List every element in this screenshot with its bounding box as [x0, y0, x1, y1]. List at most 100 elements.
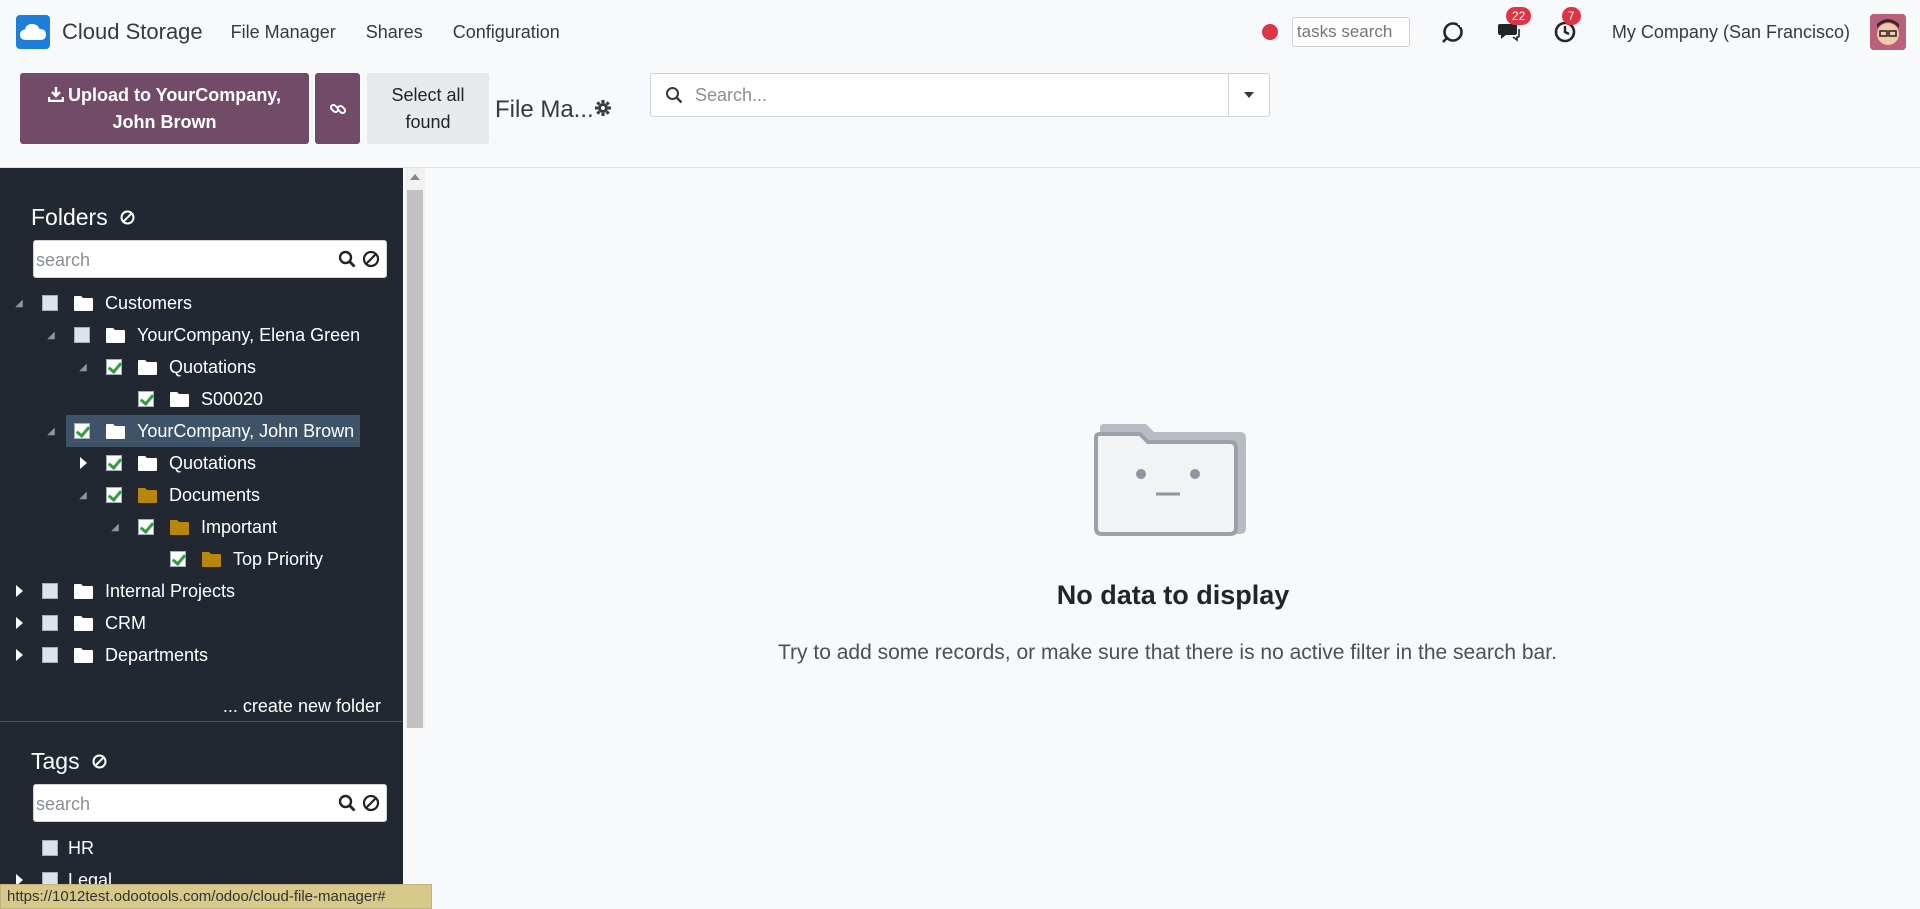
- tag-checkbox[interactable]: [42, 840, 58, 856]
- folder-row-quotations[interactable]: ◢ Quotations: [78, 351, 256, 383]
- folder-row-documents[interactable]: ◢ Documents: [78, 479, 260, 511]
- folder-checkbox[interactable]: [138, 391, 154, 407]
- folder-row-top-priority[interactable]: Top Priority: [142, 543, 323, 575]
- search-icon: [665, 86, 683, 109]
- link-icon: [329, 103, 346, 114]
- folder-icon: [202, 551, 221, 567]
- folder-label: YourCompany, John Brown: [137, 420, 355, 441]
- menu-file-manager[interactable]: File Manager: [231, 22, 336, 43]
- empty-state-subtitle: Try to add some records, or make sure th…: [778, 641, 1557, 664]
- empty-state-title: No data to display: [1056, 580, 1290, 610]
- folder-icon: [138, 487, 157, 503]
- expand-arrow-icon[interactable]: [15, 617, 23, 629]
- folder-checkbox[interactable]: [42, 295, 58, 311]
- search-options-toggle[interactable]: [1228, 74, 1269, 116]
- menu-shares[interactable]: Shares: [366, 22, 423, 43]
- folder-label: Documents: [169, 484, 261, 505]
- folder-label: Departments: [105, 644, 209, 665]
- folder-label: CRM: [105, 612, 146, 633]
- folders-search[interactable]: search: [33, 240, 387, 278]
- folder-icon: [74, 615, 93, 631]
- folder-icon: [106, 423, 125, 439]
- upload-button[interactable]: Upload to YourCompany, John Brown: [20, 73, 309, 144]
- collapse-arrow-icon[interactable]: ◢: [14, 298, 24, 309]
- folders-header: Folders: [31, 204, 135, 231]
- messages-button[interactable]: 22: [1496, 7, 1532, 45]
- folder-checkbox[interactable]: [106, 487, 122, 503]
- activities-badge: 7: [1561, 7, 1581, 25]
- record-status-icon[interactable]: [1261, 24, 1278, 40]
- scroll-up-arrow-icon[interactable]: [410, 174, 420, 180]
- folder-row-quotations-2[interactable]: Quotations: [78, 447, 256, 479]
- folder-row-customers[interactable]: ◢ Customers: [14, 287, 192, 319]
- create-folder-link[interactable]: ... create new folder: [223, 696, 381, 717]
- folder-row-important[interactable]: ◢ Important: [110, 511, 277, 543]
- select-all-label: Select all found: [391, 84, 465, 132]
- expand-arrow-icon[interactable]: [15, 649, 23, 661]
- folder-label: Quotations: [169, 452, 257, 473]
- folder-icon: [74, 295, 93, 311]
- tags-search-placeholder: search: [36, 794, 91, 814]
- folder-checkbox[interactable]: [106, 455, 122, 471]
- collapse-arrow-icon[interactable]: ◢: [110, 522, 120, 533]
- tag-row-hr[interactable]: HR: [42, 832, 94, 864]
- link-button[interactable]: [315, 73, 360, 144]
- folder-checkbox[interactable]: [74, 423, 90, 439]
- sidebar-divider: [0, 721, 403, 722]
- expand-arrow-icon[interactable]: [79, 457, 87, 469]
- folder-row-departments[interactable]: Departments: [14, 639, 208, 671]
- folder-checkbox[interactable]: [138, 519, 154, 535]
- collapse-arrow-icon[interactable]: ◢: [78, 362, 88, 373]
- collapse-arrow-icon[interactable]: ◢: [46, 330, 56, 341]
- empty-folder-illustration: [1094, 424, 1248, 543]
- folder-checkbox[interactable]: [170, 551, 186, 567]
- user-avatar[interactable]: [1870, 14, 1906, 50]
- activities-button[interactable]: 7: [1552, 7, 1581, 45]
- folder-checkbox[interactable]: [42, 615, 58, 631]
- folder-icon: [74, 647, 93, 663]
- search-placeholder: Search...: [695, 85, 768, 105]
- tags-search[interactable]: search: [33, 784, 387, 822]
- folder-icon: [106, 327, 125, 343]
- search-icon[interactable]: [338, 794, 356, 817]
- folder-checkbox[interactable]: [74, 327, 90, 343]
- sidebar-scrollbar[interactable]: [405, 168, 425, 728]
- refresh-icon[interactable]: [1440, 19, 1466, 45]
- folder-row-john-brown[interactable]: ◢ YourCompany, John Brown: [47, 415, 360, 447]
- status-bar-url: https://1012test.odootools.com/odoo/clou…: [0, 884, 432, 909]
- view-title: File Ma...: [495, 96, 594, 123]
- select-all-button[interactable]: Select all found: [367, 73, 489, 144]
- folders-title: Folders: [31, 204, 108, 230]
- clear-folders-icon[interactable]: [120, 204, 135, 231]
- app-title: Cloud Storage: [62, 19, 203, 44]
- folder-checkbox[interactable]: [42, 647, 58, 663]
- folder-icon: [138, 359, 157, 375]
- company-switcher[interactable]: My Company (San Francisco): [1612, 22, 1850, 43]
- folder-label: YourCompany, Elena Green: [137, 324, 361, 345]
- search-icon[interactable]: [338, 250, 356, 273]
- scrollbar-thumb[interactable]: [407, 190, 423, 728]
- folder-icon: [170, 391, 189, 407]
- folder-row-elena-green[interactable]: ◢ YourCompany, Elena Green: [46, 319, 360, 351]
- gear-icon[interactable]: [594, 99, 612, 122]
- main-menu: File Manager Shares Configuration: [231, 22, 590, 43]
- folder-row-s00020[interactable]: S00020: [110, 383, 263, 415]
- app-brand[interactable]: Cloud Storage: [16, 15, 203, 49]
- clear-tags-icon[interactable]: [92, 748, 107, 775]
- search-bar[interactable]: Search...: [650, 73, 1270, 117]
- folder-checkbox[interactable]: [106, 359, 122, 375]
- tags-header: Tags: [31, 748, 107, 775]
- control-panel: Upload to YourCompany, John Brown Select…: [0, 64, 1920, 168]
- folder-row-crm[interactable]: CRM: [14, 607, 146, 639]
- download-icon: [47, 86, 65, 102]
- folder-label: Top Priority: [233, 548, 324, 569]
- collapse-arrow-icon[interactable]: ◢: [46, 426, 56, 437]
- menu-configuration[interactable]: Configuration: [453, 22, 560, 43]
- clear-search-icon[interactable]: [362, 794, 380, 817]
- folder-icon: [138, 455, 157, 471]
- messages-badge: 22: [1505, 7, 1532, 25]
- collapse-arrow-icon[interactable]: ◢: [78, 490, 88, 501]
- clear-search-icon[interactable]: [362, 250, 380, 273]
- folder-label: Customers: [105, 292, 193, 313]
- tasks-search-input[interactable]: [1291, 17, 1410, 47]
